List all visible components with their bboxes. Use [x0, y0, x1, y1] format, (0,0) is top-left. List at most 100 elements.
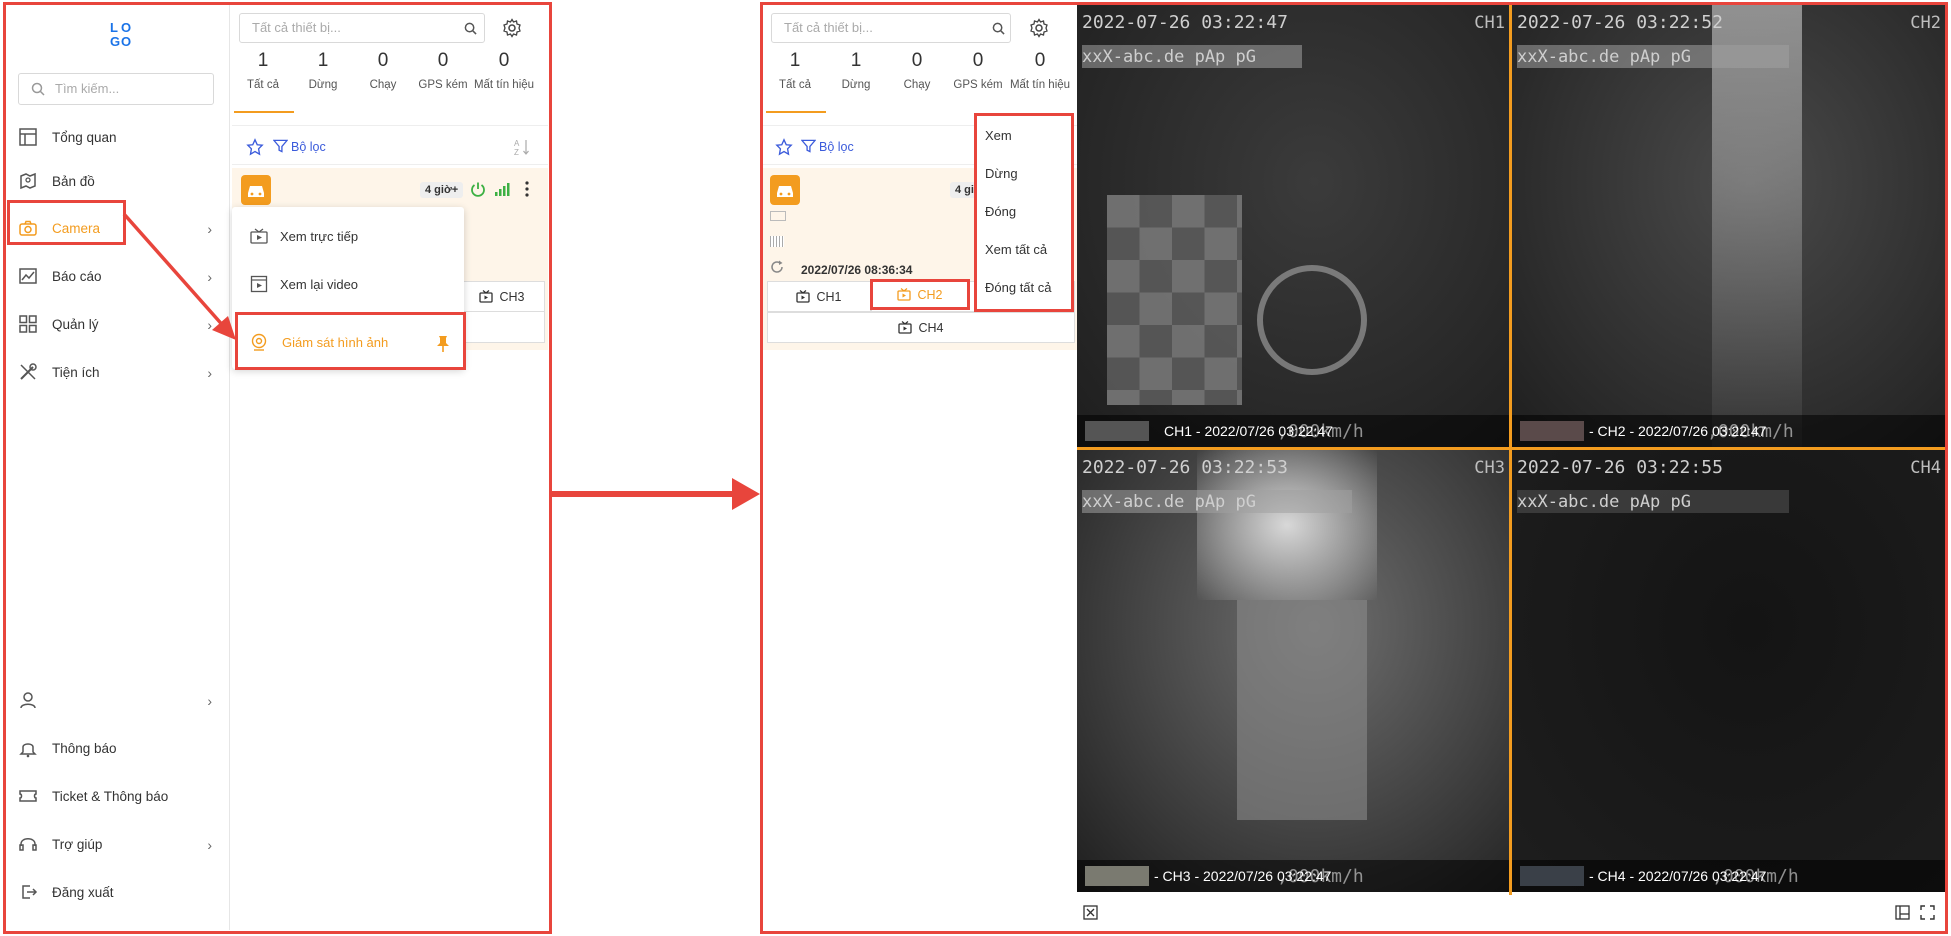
camera-tile-ch1[interactable]: 2022-07-26 03:22:47 CH1 xxX-abc.de pAp p…	[1077, 5, 1509, 447]
stat-running[interactable]: 0 Chạy	[353, 50, 413, 93]
svg-text:A: A	[514, 139, 520, 148]
signal-icon	[495, 183, 510, 196]
time-badge: 4 giờ+	[420, 182, 464, 198]
channel-label: CH3	[499, 289, 525, 304]
stat-stopped[interactable]: 1 Dừng	[293, 50, 353, 93]
nav-item-account[interactable]: ›	[6, 680, 230, 720]
camera-caption-bar: ,000km/h - CH4 - 2022/07/26 03:22:47	[1512, 860, 1945, 892]
tv-icon	[897, 288, 912, 301]
stat-label: Mất tín hiệu	[1009, 79, 1071, 91]
stat-signal-lost[interactable]: 0 Mất tín hiệu	[473, 50, 535, 93]
chevron-right-icon: ›	[207, 269, 212, 285]
svg-text:L: L	[110, 20, 120, 35]
nav-item-help[interactable]: Trợ giúp ›	[6, 824, 230, 864]
chevron-right-icon: ›	[207, 221, 212, 237]
tv-icon	[250, 228, 268, 244]
camera-caption: CH1 - 2022/07/26 03:22:47	[1164, 423, 1333, 439]
nav-item-logout[interactable]: Đăng xuất	[6, 872, 230, 912]
camera-timestamp: 2022-07-26 03:22:52	[1517, 12, 1723, 33]
nav-label: Thông báo	[52, 740, 117, 756]
ctx-close-all[interactable]: Đóng tất cả	[985, 280, 1052, 295]
stat-gps-weak-right[interactable]: 0 GPS kém	[948, 50, 1008, 93]
plate-redaction	[1085, 421, 1149, 441]
stat-all[interactable]: 1 Tất cả	[233, 50, 293, 93]
submenu-image-monitor-highlight[interactable]: Giám sát hình ảnh	[235, 312, 466, 370]
camera-timestamp: 2022-07-26 03:22:47	[1082, 12, 1288, 33]
ctx-stop[interactable]: Dừng	[985, 166, 1018, 181]
device-search[interactable]	[239, 13, 485, 43]
channel-context-menu: Xem Dừng Đóng Xem tất cả Đóng tất cả	[974, 113, 1074, 312]
camera-caption-bar: ,000km/h - CH2 - 2022/07/26 03:22:47	[1512, 415, 1945, 447]
channel-button-ch2[interactable]: CH2	[870, 279, 970, 310]
channel-button-ch1[interactable]: CH1	[767, 281, 871, 312]
stat-label: Tất cả	[779, 79, 811, 91]
stat-label: Tất cả	[247, 79, 279, 91]
fullscreen-icon[interactable]	[1920, 905, 1935, 920]
refresh-icon[interactable]	[770, 260, 784, 274]
star-icon[interactable]	[775, 138, 793, 156]
stat-gps-weak[interactable]: 0 GPS kém	[413, 50, 473, 93]
nav-item-ticket[interactable]: Ticket & Thông báo	[6, 776, 230, 816]
submenu-image-monitor[interactable]: Giám sát hình ảnh	[250, 331, 388, 353]
nav-item-management[interactable]: Quản lý ›	[6, 304, 230, 344]
stat-num: 0	[437, 50, 449, 71]
camera-watermark: xxX-abc.de pAp pG	[1517, 47, 1691, 67]
star-icon[interactable]	[246, 138, 264, 156]
stat-signal-lost-right[interactable]: 0 Mất tín hiệu	[1009, 50, 1071, 93]
tv-icon	[898, 321, 913, 334]
stat-num: 0	[1034, 50, 1046, 71]
sidebar-search-input[interactable]	[55, 81, 205, 96]
submenu-live-view[interactable]: Xem trực tiếp	[250, 225, 358, 247]
camera-timestamp: 2022-07-26 03:22:53	[1082, 457, 1288, 478]
close-all-icon[interactable]	[1083, 905, 1098, 920]
filter-bar: Bộ lọc AZ	[232, 125, 548, 165]
user-icon	[20, 692, 36, 709]
ctx-view[interactable]: Xem	[985, 128, 1012, 143]
ctx-view-all[interactable]: Xem tất cả	[985, 242, 1047, 257]
stat-num: 1	[317, 50, 329, 71]
layout-icon[interactable]	[1895, 905, 1910, 920]
ctx-close[interactable]: Đóng	[985, 204, 1016, 219]
car-icon	[241, 175, 271, 205]
channel-button-ch3[interactable]: CH3	[459, 281, 545, 312]
nav-item-overview[interactable]: Tổng quan	[6, 117, 230, 157]
nav-item-reports[interactable]: Báo cáo ›	[6, 256, 230, 296]
car-icon	[770, 175, 800, 205]
camera-grid: 2022-07-26 03:22:47 CH1 xxX-abc.de pAp p…	[1077, 5, 1945, 895]
plate-redaction	[1520, 866, 1584, 886]
device-search-input[interactable]	[252, 20, 422, 35]
camera-tile-ch4[interactable]: 2022-07-26 03:22:55 CH4 xxX-abc.de pAp p…	[1512, 450, 1945, 892]
nav-item-notifications[interactable]: Thông báo	[6, 728, 230, 768]
submenu-playback[interactable]: Xem lại video	[250, 273, 358, 295]
filter-label[interactable]: Bộ lọc	[291, 140, 326, 154]
nav-item-map[interactable]: Bản đồ	[6, 161, 230, 201]
stat-num: 0	[972, 50, 984, 71]
camera-tile-ch2[interactable]: 2022-07-26 03:22:52 CH2 xxX-abc.de pAp p…	[1512, 5, 1945, 447]
pin-icon[interactable]	[436, 335, 450, 353]
search-icon	[31, 82, 45, 96]
device-search-input-right[interactable]	[784, 20, 954, 35]
webcam-icon	[251, 333, 267, 351]
more-icon[interactable]	[524, 180, 530, 198]
stat-stopped-right[interactable]: 1 Dừng	[826, 50, 886, 93]
chevron-right-icon: ›	[207, 365, 212, 381]
gear-icon[interactable]	[1029, 18, 1049, 38]
channel-button-ch4[interactable]: CH4	[767, 312, 1075, 343]
gear-icon[interactable]	[502, 18, 522, 38]
filter-icon	[801, 139, 816, 153]
stat-num: 0	[377, 50, 389, 71]
sort-icon[interactable]: AZ	[514, 138, 530, 156]
nav-item-utilities[interactable]: Tiện ích ›	[6, 352, 230, 392]
camera-tile-ch3[interactable]: 2022-07-26 03:22:53 CH3 xxX-abc.de pAp p…	[1077, 450, 1509, 892]
device-search-right[interactable]	[771, 13, 1011, 43]
stat-running-right[interactable]: 0 Chạy	[887, 50, 947, 93]
stat-label: GPS kém	[953, 79, 1003, 91]
stat-all-right[interactable]: 1 Tất cả	[765, 50, 825, 93]
channel-label: CH4	[918, 320, 944, 335]
nav-label: Tổng quan	[52, 129, 117, 145]
sidebar-search[interactable]	[18, 73, 214, 105]
nav-label: Ticket & Thông báo	[52, 788, 169, 804]
channel-row-empty	[459, 312, 545, 343]
device-panel: 1 Tất cả 1 Dừng 0 Chạy 0 GPS kém 0 Mất tín hi…	[232, 5, 548, 930]
filter-label[interactable]: Bộ lọc	[819, 140, 854, 154]
